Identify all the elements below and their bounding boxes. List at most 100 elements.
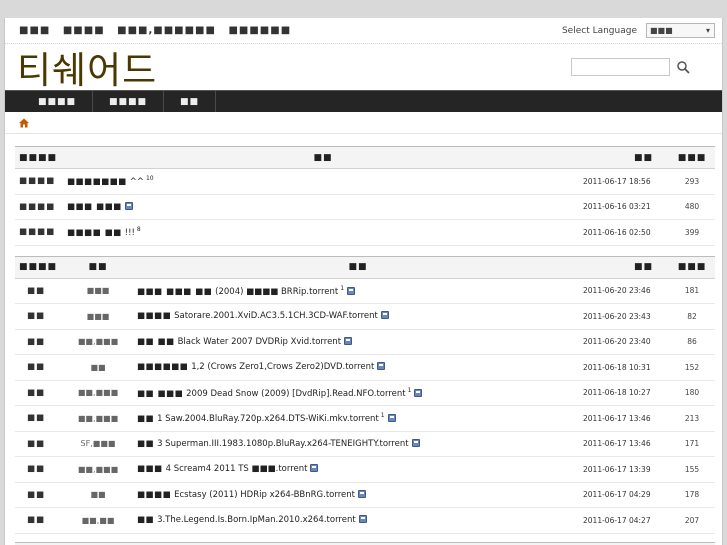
top-link-3[interactable]: ■■■,■■■■■■ [117, 25, 216, 36]
row-title-korean[interactable]: ■■■ ■■■ ■■ [137, 287, 212, 297]
row-date: 2011-06-17 04:29 [583, 482, 669, 508]
nav-item-3[interactable]: ■■ [164, 91, 217, 112]
torrent-table: ■■■■ ■■ ■■ ■■ ■■■ ■■ ■■■ ■■■ ■■■ ■■ (2004) … [15, 255, 715, 534]
row-title-cell: ■■ 1 Saw.2004.BluRay.720p.x264.DTS-WiKi.m… [133, 405, 583, 432]
row-genre: ■■,■■■ [63, 329, 133, 355]
row-title-korean[interactable]: ■■ ■■ [137, 337, 175, 347]
torrent-row: ■■ SF,■■■ ■■ 3 Superman.III.1983.1080p.BluR… [15, 431, 715, 457]
torrent-row: ■■ ■■,■■■ ■■ ■■ Black Water 2007 DVDRip Xvi… [15, 329, 715, 355]
row-title-cell: ■■■■ Satorare.2001.XviD.AC3.5.1CH.3CD-WAF… [133, 303, 583, 330]
row-genre: ■■ [63, 482, 133, 508]
row-title-link[interactable]: Black Water 2007 DVDRip Xvid.torrent [178, 337, 341, 347]
row-category: ■■■■ [15, 194, 63, 220]
row-category: ■■ [15, 380, 63, 406]
row-views: 207 [669, 507, 715, 534]
torrent-row: ■■ ■■,■■■ ■■ ■■■ 2009 Dead Snow (2009) [Dvd… [15, 380, 715, 406]
row-category: ■■ [15, 456, 63, 483]
row-title-link[interactable]: Ecstasy (2011) HDRip x264-BBnRG.torrent [174, 490, 355, 500]
row-title-korean[interactable]: ■■ [137, 414, 154, 424]
row-title-korean[interactable]: ■■ ■■■ [137, 389, 183, 399]
file-icon [377, 362, 386, 371]
row-title-link[interactable]: ■■■ ■■■ [67, 202, 122, 212]
top-link-2[interactable]: ■■■■ [63, 25, 105, 36]
row-title-korean[interactable]: ■■ [137, 439, 154, 449]
file-icon [387, 414, 396, 423]
row-category-label: ■■■■ [19, 176, 56, 187]
site-logo[interactable]: 티쉐어드 [17, 40, 157, 94]
row-views: 155 [669, 456, 715, 483]
row-title-link[interactable]: 3 Superman.III.1983.1080p.BluRay.x264-TE… [157, 439, 409, 449]
row-date: 2011-06-16 02:50 [583, 219, 669, 246]
file-icon [357, 489, 366, 498]
breadcrumb [5, 112, 722, 134]
row-date: 2011-06-17 13:46 [583, 405, 669, 432]
row-title-cell: ■■■■ ■■!!! 8 [63, 219, 583, 246]
notice-table: ■■■■ ■■ ■■ ■■■ ■■■■ ■■■■■■■ ^^ 10 2011-06-17… [15, 146, 715, 246]
row-category: ■■ [15, 278, 63, 304]
language-value: ■■■ [650, 26, 673, 35]
row-category: ■■ [15, 354, 63, 381]
file-icon [310, 464, 319, 473]
row-title-korean[interactable]: ■■■■ [137, 490, 171, 500]
row-title-link[interactable]: 4 Scream4 2011 TS ■■■.torrent [166, 464, 308, 474]
row-title-link[interactable]: 1,2 (Crows Zero1,Crows Zero2)DVD.torrent [191, 362, 374, 372]
row-category: ■■ [15, 303, 63, 330]
row-title-korean[interactable]: ■■■■■■ [137, 362, 188, 372]
search-box [571, 58, 691, 76]
main-nav: ■■■■ ■■■■ ■■ [5, 90, 722, 112]
comment-count: 1 [340, 284, 345, 292]
row-title-korean[interactable]: ■■■ [137, 464, 163, 474]
search-input[interactable] [571, 58, 670, 76]
col-title: ■■ [133, 255, 583, 279]
row-date: 2011-06-17 18:56 [583, 168, 669, 195]
chevron-down-icon: ▾ [705, 26, 710, 35]
top-link-1[interactable]: ■■■ [19, 25, 50, 36]
search-icon[interactable] [676, 60, 691, 75]
top-links: ■■■ ■■■■ ■■■,■■■■■■ ■■■■■■ [19, 25, 299, 36]
row-title-cell: ■■■■■■ 1,2 (Crows Zero1,Crows Zero2)DVD.t… [133, 354, 583, 381]
row-title-link[interactable]: ■■■■■■■ [67, 177, 127, 187]
row-title-korean[interactable]: ■■ [137, 515, 154, 525]
col-views: ■■■ [669, 255, 715, 279]
row-genre: ■■,■■■ [63, 380, 133, 406]
row-views: 399 [669, 219, 715, 246]
row-title-cell: ■■■■■■■ ^^ 10 [63, 168, 583, 195]
col-views: ■■■ [669, 146, 715, 169]
row-views: 178 [669, 482, 715, 508]
row-category: ■■■■ [15, 219, 63, 246]
row-title-korean[interactable]: ■■■■ [137, 311, 171, 321]
torrent-row: ■■ ■■■ ■■■■ Satorare.2001.XviD.AC3.5.1CH.3C… [15, 303, 715, 330]
row-views: 181 [669, 278, 715, 304]
torrent-row: ■■ ■■,■■■ ■■■ 4 Scream4 2011 TS ■■■.torrent… [15, 456, 715, 483]
top-link-4[interactable]: ■■■■■■ [228, 25, 291, 36]
row-date: 2011-06-20 23:46 [583, 278, 669, 304]
row-title-link[interactable]: ■■■■ ■■ [67, 228, 122, 238]
row-title-link[interactable]: 2009 Dead Snow (2009) [DvdRip].Read.NFO.… [186, 389, 405, 399]
row-title-cell: ■■■ 4 Scream4 2011 TS ■■■.torrent [133, 456, 583, 483]
row-title-link[interactable]: (2004) ■■■■ BRRip.torrent [215, 287, 338, 297]
comment-count: 1 [407, 386, 412, 394]
notice-row: ■■■■ ■■■■■■■ ^^ 10 2011-06-17 18:56 293 [15, 168, 715, 195]
language-select[interactable]: ■■■ ▾ [646, 23, 715, 38]
nav-item-1[interactable]: ■■■■ [5, 91, 94, 112]
row-date: 2011-06-20 23:40 [583, 329, 669, 355]
row-views: 180 [669, 380, 715, 406]
header: 티쉐어드 [5, 44, 722, 92]
home-icon[interactable] [19, 113, 29, 132]
row-title-cell: ■■■ ■■■ [63, 194, 583, 220]
col-date: ■■ [583, 146, 669, 169]
bottom-table: ■■■■ ■■ ■■ [15, 541, 715, 545]
row-date: 2011-06-17 04:27 [583, 507, 669, 534]
torrent-row: ■■ ■■,■■ ■■ 3.The.Legend.Is.Born.IpMan.2010… [15, 507, 715, 534]
notice-row: ■■■■ ■■■ ■■■ 2011-06-16 03:21 480 [15, 194, 715, 220]
row-category-label: ■■■■ [19, 227, 56, 238]
file-icon [124, 201, 133, 210]
row-views: 82 [669, 303, 715, 330]
row-title-link[interactable]: Satorare.2001.XviD.AC3.5.1CH.3CD-WAF.tor… [174, 311, 378, 321]
nav-item-2[interactable]: ■■■■ [93, 91, 165, 112]
file-icon [414, 388, 423, 397]
row-date: 2011-06-18 10:27 [583, 380, 669, 406]
col-category: ■■■■ [15, 146, 63, 169]
row-title-link[interactable]: 3.The.Legend.Is.Born.IpMan.2010.x264.tor… [157, 515, 356, 525]
row-title-link[interactable]: 1 Saw.2004.BluRay.720p.x264.DTS-WiKi.mkv… [157, 414, 379, 424]
